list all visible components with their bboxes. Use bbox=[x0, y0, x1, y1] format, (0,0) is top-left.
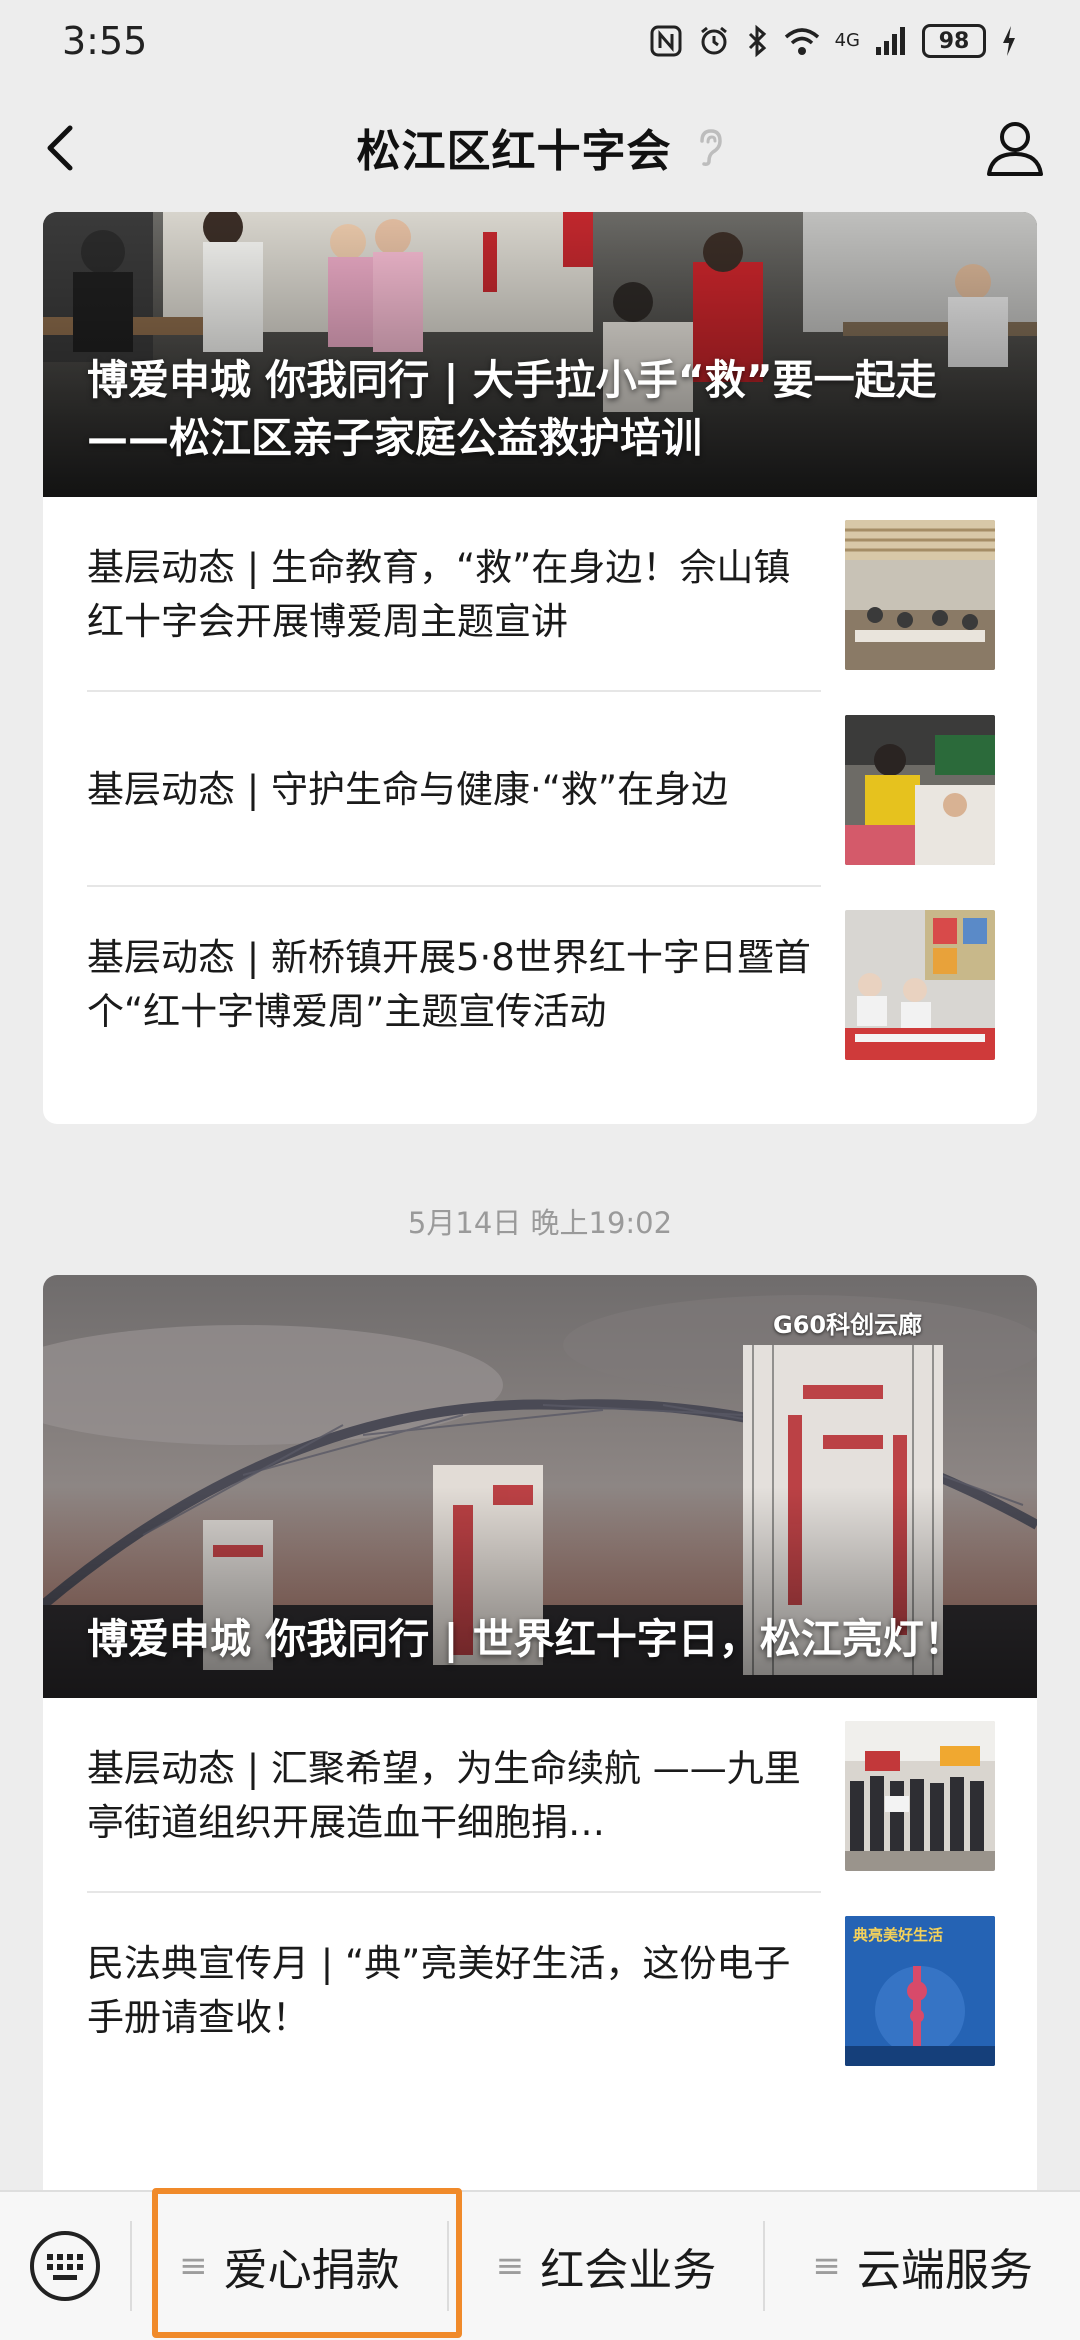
article-title: 基层动态 | 汇聚希望，为生命续航 ——九里亭街道组织开展造血干细胞捐… bbox=[87, 1746, 801, 1844]
thumbnail-caption: 典亮美好生活 bbox=[853, 1925, 944, 1944]
menu-lines-icon: ≡ bbox=[495, 2246, 525, 2286]
ear-icon[interactable] bbox=[694, 127, 724, 167]
article-item[interactable]: 基层动态 | 生命教育，“救”在身边！佘山镇红十字会开展博爱周主题宣讲 bbox=[43, 497, 1037, 692]
menu-label: 爱心捐款 bbox=[223, 2245, 400, 2296]
article-thumbnail bbox=[845, 909, 995, 1060]
article-title: 基层动态 | 守护生命与健康·“救”在身边 bbox=[87, 767, 729, 811]
chevron-left-icon[interactable] bbox=[34, 120, 90, 176]
alarm-icon bbox=[700, 26, 727, 55]
page-title: 松江区红十字会 bbox=[356, 126, 672, 177]
article-thumbnail: 典亮美好生活 bbox=[845, 1915, 995, 2066]
menu-lines-icon: ≡ bbox=[179, 2246, 208, 2286]
article-item[interactable]: 基层动态 | 汇聚希望，为生命续航 ——九里亭街道组织开展造血干细胞捐… bbox=[43, 1698, 1037, 1893]
keyboard-icon bbox=[30, 2231, 100, 2301]
battery-icon: 98 bbox=[922, 24, 986, 58]
article-thumbnail bbox=[845, 1720, 995, 1871]
menu-cloud-service[interactable]: ≡ 云端服务 bbox=[765, 2191, 1080, 2340]
cover-overlay-text: G60科创云廊 bbox=[773, 1311, 923, 1339]
article-thumbnail bbox=[845, 714, 995, 865]
battery-level: 98 bbox=[938, 28, 970, 54]
menu-label: 云端服务 bbox=[856, 2245, 1033, 2296]
article-item[interactable]: 基层动态 | 新桥镇开展5·8世界红十字日暨首个“红十字博爱周”主题宣传活动 bbox=[43, 887, 1037, 1082]
article-item[interactable]: 民法典宣传月 | “典”亮美好生活，这份电子手册请查收！ 典亮美好生活 bbox=[43, 1893, 1037, 2088]
cover-article[interactable]: G60科创云廊 博爱申城 你我同行 | 世界红十字日，松江亮灯！ bbox=[43, 1275, 1037, 1698]
charging-icon bbox=[1003, 26, 1015, 56]
status-icons: 4G 98 bbox=[649, 24, 1018, 58]
article-item[interactable]: 基层动态 | 守护生命与健康·“救”在身边 bbox=[43, 692, 1037, 887]
cover-article-title: 博爱申城 你我同行 | 世界红十字日，松江亮灯！ bbox=[87, 1615, 965, 1663]
article-title: 民法典宣传月 | “典”亮美好生活，这份电子手册请查收！ bbox=[87, 1941, 791, 2039]
status-bar: 3:55 4G 98 bbox=[0, 0, 1080, 82]
timestamp: 5月14日 晚上19:02 bbox=[407, 1206, 673, 1240]
network-type: 4G bbox=[834, 30, 860, 51]
user-profile-icon[interactable] bbox=[984, 116, 1046, 178]
cover-article-title: 博爱申城 你我同行 | 大手拉小手“救”要一起走——松江区亲子家庭公益救护培训 bbox=[87, 356, 937, 462]
article-thumbnail bbox=[845, 519, 995, 670]
wifi-icon bbox=[784, 28, 819, 55]
signal-icon bbox=[876, 27, 905, 55]
nav-bar: 松江区红十字会 bbox=[0, 82, 1080, 212]
menu-donation[interactable]: ≡ 爱心捐款 bbox=[132, 2191, 447, 2340]
bluetooth-icon bbox=[748, 24, 766, 58]
menu-lines-icon: ≡ bbox=[812, 2246, 841, 2286]
cover-article[interactable]: 博爱申城 你我同行 | 大手拉小手“救”要一起走——松江区亲子家庭公益救护培训 bbox=[43, 212, 1037, 497]
menu-red-cross-business[interactable]: ≡ 红会业务 bbox=[449, 2191, 764, 2340]
nfc-icon bbox=[650, 25, 682, 57]
bottom-menu: ≡ 爱心捐款 ≡ 红会业务 ≡ 云端服务 bbox=[0, 2190, 1080, 2340]
status-time: 3:55 bbox=[62, 19, 148, 63]
wechat-official-account-page: 3:55 4G 98 松江区红十字会 博爱申城 你我同行 | 大手拉小手“救”要… bbox=[0, 0, 1080, 2340]
article-group-card: 博爱申城 你我同行 | 大手拉小手“救”要一起走——松江区亲子家庭公益救护培训 … bbox=[43, 212, 1037, 1124]
keyboard-toggle-button[interactable] bbox=[0, 2191, 130, 2340]
article-group-card: G60科创云廊 博爱申城 你我同行 | 世界红十字日，松江亮灯！ 基层动态 | … bbox=[43, 1275, 1037, 2277]
article-title: 基层动态 | 新桥镇开展5·8世界红十字日暨首个“红十字博爱周”主题宣传活动 bbox=[87, 935, 811, 1033]
menu-label: 红会业务 bbox=[540, 2245, 717, 2296]
article-title: 基层动态 | 生命教育，“救”在身边！佘山镇红十字会开展博爱周主题宣讲 bbox=[87, 545, 791, 643]
